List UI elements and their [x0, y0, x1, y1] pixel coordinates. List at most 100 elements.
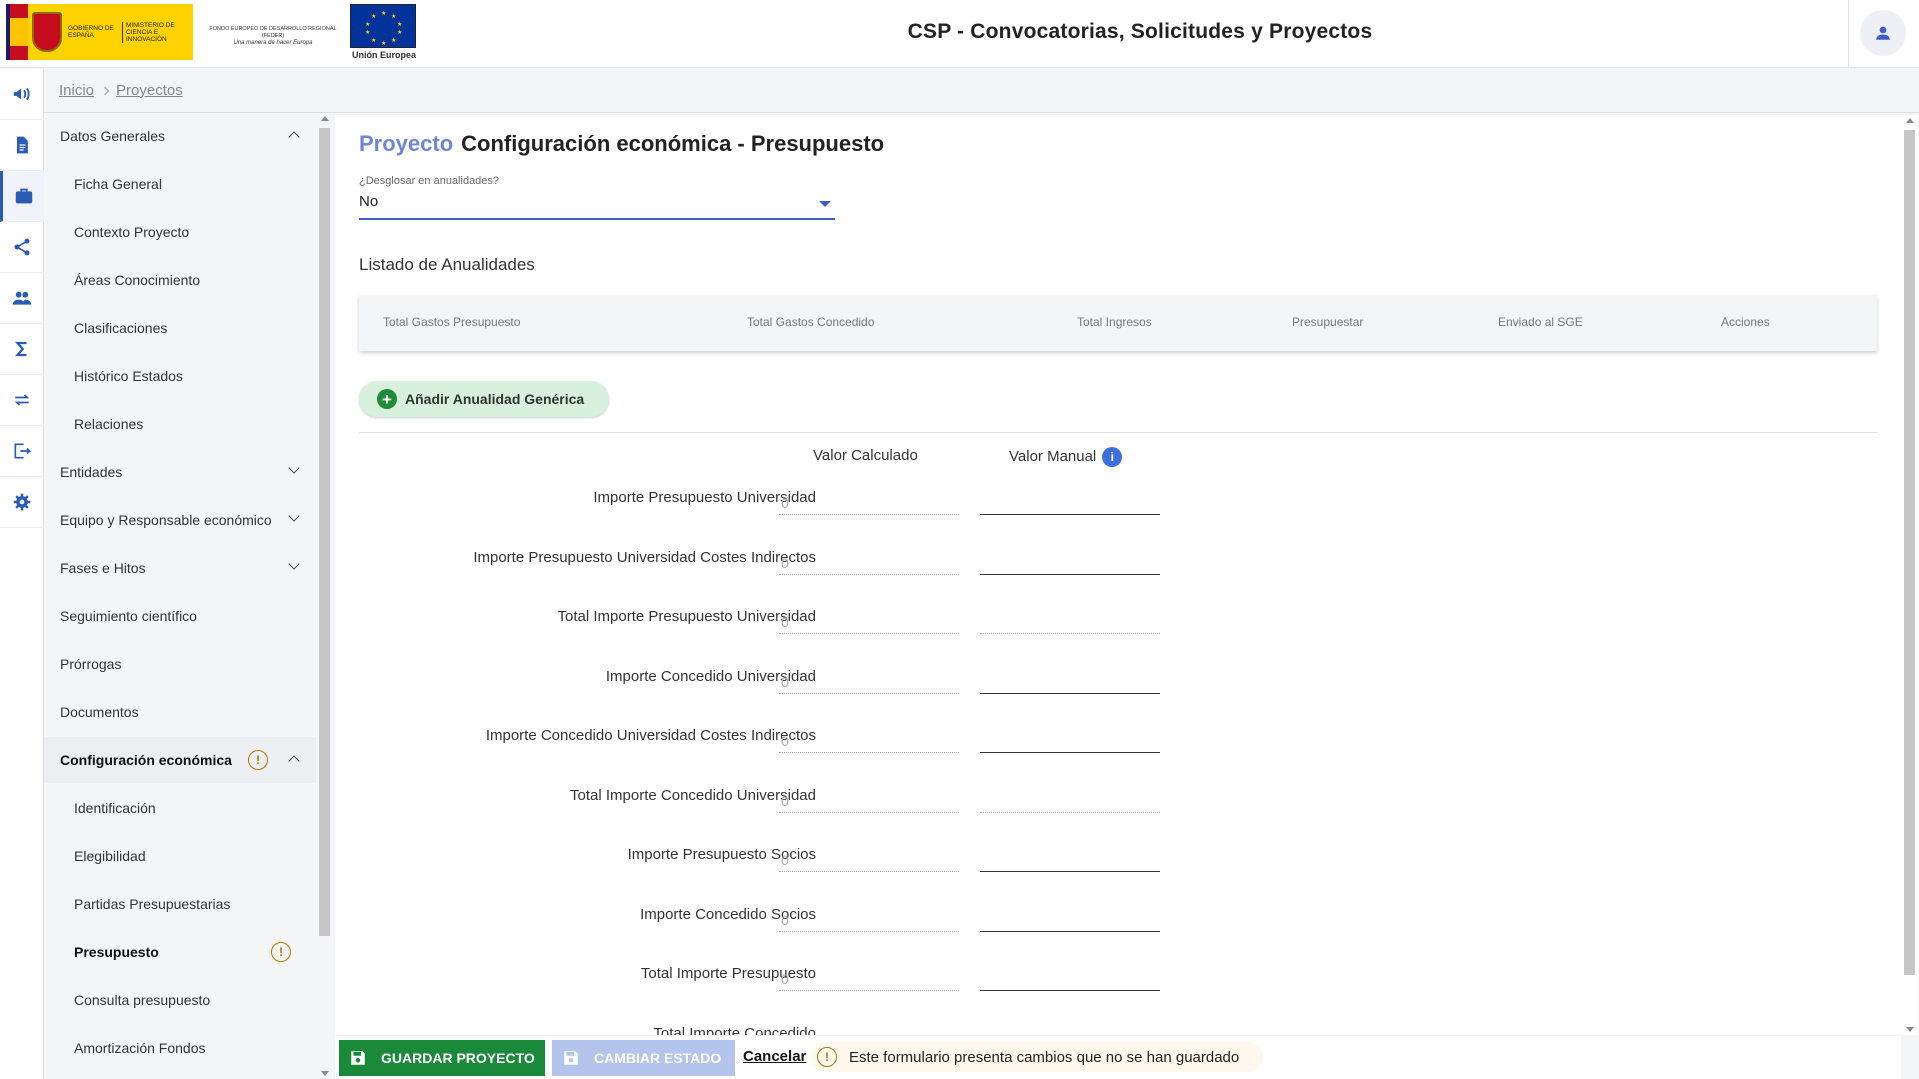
cancel-link[interactable]: Cancelar	[743, 1048, 806, 1065]
swap-arrows-icon	[14, 394, 30, 406]
user-menu-button[interactable]	[1860, 10, 1906, 56]
nav-prorrogas[interactable]: Prórrogas	[44, 641, 316, 687]
sigma-icon	[15, 341, 27, 357]
nav-areas-conocimiento[interactable]: Áreas Conocimiento	[44, 257, 316, 303]
valor-calculado-field: 0	[779, 485, 959, 515]
nav-entidades[interactable]: Entidades	[44, 449, 316, 495]
project-sidenav: Datos Generales Ficha General Contexto P…	[44, 113, 316, 1079]
valor-calculado-field: 0	[779, 604, 959, 634]
field-label: Importe Concedido Universidad Costes Ind…	[485, 727, 816, 744]
nav-presupuesto[interactable]: Presupuesto !	[44, 929, 316, 975]
rail-people[interactable]	[0, 273, 44, 324]
column-header[interactable]: Presupuestar	[1292, 315, 1363, 329]
valor-calculado-field: 0	[779, 961, 959, 991]
chevron-right-icon	[100, 86, 110, 95]
valor-manual-input[interactable]	[980, 723, 1160, 753]
valor-manual-input	[980, 604, 1160, 634]
valor-manual-input[interactable]	[980, 902, 1160, 932]
valor-calculado-field: 0	[779, 783, 959, 813]
chevron-up-icon	[288, 755, 300, 767]
coat-of-arms-icon	[32, 12, 62, 52]
valor-calculado-field: 0	[779, 545, 959, 575]
add-anualidad-generica-button[interactable]: + Añadir Anualidad Genérica	[359, 381, 609, 417]
nav-datos-generales[interactable]: Datos Generales	[44, 113, 316, 159]
valor-manual-input[interactable]	[980, 961, 1160, 991]
nav-fases-hitos[interactable]: Fases e Hitos	[44, 545, 316, 591]
nav-contexto-proyecto[interactable]: Contexto Proyecto	[44, 209, 316, 255]
select-value: No	[359, 193, 379, 210]
nav-configuracion-economica[interactable]: Configuración económica !	[44, 737, 316, 783]
nav-identificacion[interactable]: Identificación	[44, 785, 316, 831]
share-icon	[14, 238, 30, 256]
nav-relaciones[interactable]: Relaciones	[44, 401, 316, 447]
anualidades-table-header: Total Gastos Presupuesto Total Gastos Co…	[359, 295, 1877, 351]
app-title: CSP - Convocatorias, Solicitudes y Proye…	[907, 20, 1373, 43]
spain-flag-icon	[6, 4, 28, 60]
plus-circle-icon: +	[377, 389, 397, 409]
valor-calculado-field: 0	[779, 723, 959, 753]
cambiar-estado-button[interactable]: CAMBIAR ESTADO	[552, 1040, 735, 1076]
valor-manual-input[interactable]	[980, 545, 1160, 575]
document-icon	[17, 136, 28, 154]
scroll-down-icon[interactable]	[1906, 1027, 1914, 1032]
ministerio-text: MINISTERIO DE CIENCIA E INNOVACIÓN	[122, 21, 182, 43]
rail-projects[interactable]	[0, 171, 44, 222]
valor-manual-input[interactable]	[980, 842, 1160, 872]
feder-logo: FONDO EUROPEO DE DESARROLLO REGIONAL (FE…	[209, 26, 337, 46]
nav-ficha-general[interactable]: Ficha General	[44, 161, 316, 207]
breadcrumb-proyectos-link[interactable]: Proyectos	[116, 82, 183, 99]
module-rail	[0, 69, 44, 1079]
warning-icon: !	[248, 750, 268, 770]
column-header[interactable]: Total Gastos Concedido	[747, 315, 874, 329]
scroll-down-icon[interactable]	[321, 1071, 329, 1076]
warning-icon: !	[271, 942, 291, 962]
caret-down-icon	[819, 201, 831, 207]
briefcase-icon	[15, 188, 32, 204]
gear-icon	[13, 493, 31, 511]
valor-manual-input	[980, 1021, 1160, 1036]
rail-swap[interactable]	[0, 375, 44, 426]
column-header[interactable]: Enviado al SGE	[1498, 315, 1583, 329]
sidenav-scrollbar[interactable]	[316, 113, 333, 1079]
nav-documentos[interactable]: Documentos	[44, 689, 316, 735]
chevron-up-icon	[288, 131, 300, 143]
rail-share[interactable]	[0, 222, 44, 273]
rail-settings[interactable]	[0, 477, 44, 528]
nav-consulta-presupuesto[interactable]: Consulta presupuesto	[44, 977, 316, 1023]
field-label: Importe Presupuesto Universidad Costes I…	[473, 548, 816, 566]
nav-equipo[interactable]: Equipo y Responsable económico	[44, 497, 316, 543]
valor-manual-input[interactable]	[980, 664, 1160, 694]
rail-logout[interactable]	[0, 426, 44, 477]
nav-elegibilidad[interactable]: Elegibilidad	[44, 833, 316, 879]
info-icon[interactable]: i	[1102, 447, 1123, 467]
rail-megaphone[interactable]	[0, 69, 44, 120]
valor-calculado-field: 0	[779, 842, 959, 872]
logout-icon	[14, 443, 32, 459]
nav-amortizacion-fondos[interactable]: Amortización Fondos	[44, 1025, 316, 1071]
guardar-proyecto-button[interactable]: GUARDAR PROYECTO	[339, 1040, 545, 1076]
app-header: GOBIERNO DE ESPAÑA MINISTERIO DE CIENCIA…	[0, 0, 1919, 68]
scroll-up-icon[interactable]	[1906, 118, 1914, 123]
breadcrumb-home-link[interactable]: Inicio	[59, 82, 94, 99]
valor-manual-input[interactable]	[980, 485, 1160, 515]
column-header[interactable]: Total Ingresos	[1077, 315, 1152, 329]
save-icon	[564, 1051, 578, 1065]
desglosar-anualidades-select[interactable]: ¿Desglosar en anualidades? No	[359, 175, 835, 220]
chevron-down-icon	[288, 510, 300, 522]
rail-sigma[interactable]	[0, 324, 44, 375]
scroll-up-icon[interactable]	[321, 116, 329, 121]
rail-documents[interactable]	[0, 120, 44, 171]
people-icon	[12, 291, 32, 305]
save-icon	[351, 1051, 365, 1065]
column-header[interactable]: Total Gastos Presupuesto	[383, 315, 520, 329]
main-scrollbar[interactable]	[1901, 115, 1918, 1035]
nav-partidas-presupuestarias[interactable]: Partidas Presupuestarias	[44, 881, 316, 927]
nav-clasificaciones[interactable]: Clasificaciones	[44, 305, 316, 351]
nav-historico-estados[interactable]: Histórico Estados	[44, 353, 316, 399]
main-content: Proyecto Configuración económica - Presup…	[335, 115, 1901, 1035]
eu-logo: ★ ★ ★ ★ ★ ★ ★ ★ ★ ★ Unión Europea	[350, 4, 418, 64]
gobierno-text: GOBIERNO DE ESPAÑA	[68, 25, 114, 39]
column-header: Acciones	[1721, 315, 1770, 329]
nav-seguimiento[interactable]: Seguimiento científico	[44, 593, 316, 639]
unsaved-changes-notice: ! Este formulario presenta cambios que n…	[811, 1042, 1264, 1072]
